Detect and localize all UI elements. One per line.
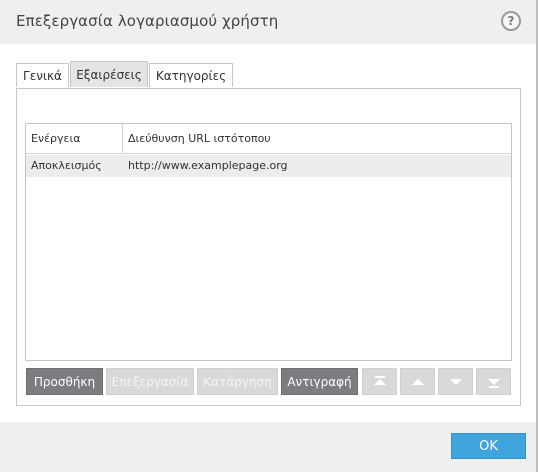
tab-categories[interactable]: Κατηγορίες [149, 63, 233, 87]
tab-exceptions-label: Εξαιρέσεις [76, 68, 142, 82]
column-header-action[interactable]: Ενέργεια [26, 124, 123, 153]
move-up-button[interactable] [400, 368, 435, 395]
move-top-button[interactable] [362, 368, 397, 395]
move-down-button[interactable] [438, 368, 473, 395]
add-button[interactable]: Προσθήκη [26, 368, 103, 395]
up-arrow-icon [411, 378, 424, 385]
exceptions-table: Ενέργεια Διεύθυνση URL ιστότοπου Αποκλει… [25, 123, 512, 361]
double-up-arrow-icon [373, 375, 386, 385]
tab-general[interactable]: Γενικά [16, 63, 69, 87]
window-title: Επεξεργασία λογαριασμού χρήστη [16, 12, 279, 30]
title-bar: Επεξεργασία λογαριασμού χρήστη ? [0, 0, 538, 44]
tab-categories-label: Κατηγορίες [155, 69, 227, 83]
double-down-arrow-icon [487, 378, 500, 388]
ok-button[interactable]: OK [451, 433, 526, 459]
tab-exceptions[interactable]: Εξαιρέσεις [70, 61, 148, 87]
edit-button[interactable]: Επεξεργασία [106, 368, 194, 395]
table-header: Ενέργεια Διεύθυνση URL ιστότοπου [26, 124, 511, 154]
table-row[interactable]: Αποκλεισμός http://www.examplepage.org [26, 155, 511, 177]
remove-button[interactable]: Κατάργηση [197, 368, 278, 395]
cell-action: Αποκλεισμός [31, 159, 102, 172]
cell-url: http://www.examplepage.org [128, 159, 288, 172]
help-icon[interactable]: ? [501, 11, 521, 31]
copy-button[interactable]: Αντιγραφή [281, 368, 358, 395]
move-bottom-button[interactable] [476, 368, 511, 395]
column-header-url[interactable]: Διεύθυνση URL ιστότοπου [123, 124, 511, 153]
down-arrow-icon [449, 378, 462, 385]
tab-general-label: Γενικά [23, 69, 62, 83]
